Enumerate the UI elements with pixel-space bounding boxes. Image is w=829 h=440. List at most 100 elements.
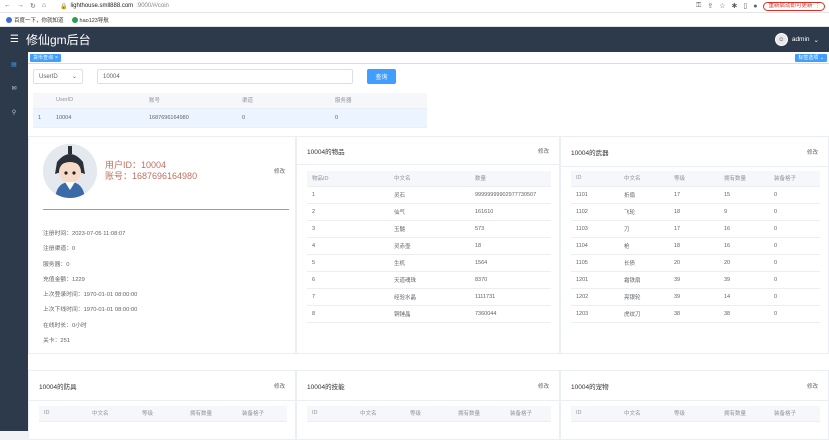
table-row[interactable]: 1104 枪 18 16 0	[571, 237, 820, 255]
cell: 17	[669, 220, 719, 238]
table-row[interactable]: 1101 折扇 17 15 0	[571, 186, 820, 204]
column-header: 中文名	[87, 406, 137, 422]
user-menu[interactable]: ☺ admin ⌄	[774, 33, 819, 46]
skills-table: ID 中文名 等级 拥有数量 装备格子	[307, 406, 551, 422]
app-header: ☰ 修仙gm后台 ☺ admin ⌄	[0, 27, 829, 52]
column-header: 物品ID	[307, 171, 389, 187]
weapons-table: ID 中文名 等级 拥有数量 装备格子 1101 折扇 17 15 0 1102 飞轮 18 9…	[571, 171, 820, 323]
table-row[interactable]: 1201 霜铁扇 39 39 0	[571, 271, 820, 289]
profile-field: 服务器：0	[43, 261, 70, 268]
column-header: 装备格子	[769, 171, 820, 187]
reload-icon[interactable]: ↻	[30, 2, 36, 10]
cell: 1564	[470, 254, 551, 272]
edit-link[interactable]: 修改	[538, 382, 549, 390]
table-row[interactable]: 1 10004 1687696164980 0 0	[33, 108, 427, 128]
cell: 灵石	[389, 186, 470, 204]
sidebar-item-coin[interactable]: ▤	[0, 52, 28, 76]
extensions-icon[interactable]: ✱	[732, 2, 738, 10]
table-row[interactable]: 1102 飞轮 18 9 0	[571, 203, 820, 221]
profile-field: 充值金额：1229	[43, 276, 85, 283]
search-input-value: 10004	[103, 73, 120, 80]
edit-link[interactable]: 修改	[274, 167, 285, 175]
database-icon: ▤	[11, 61, 17, 68]
bookmark-label: hao123导航	[79, 17, 109, 24]
chevron-down-icon: ⌄	[813, 36, 819, 44]
address-bar[interactable]: 🔒 lighthouse.smll888.com:9000/#/coin	[60, 3, 696, 10]
cell: 1105	[571, 254, 619, 272]
close-icon[interactable]: ×	[55, 54, 58, 62]
home-icon[interactable]: ⌂	[42, 2, 46, 10]
tag-active[interactable]: 货币查询 ×	[30, 53, 61, 62]
table-row[interactable]: 1202 亮银轮 39 14 0	[571, 288, 820, 306]
table-row[interactable]: 3 玉髓 573	[307, 220, 551, 238]
search-input[interactable]: 10004	[97, 69, 353, 84]
username: admin	[791, 36, 810, 43]
cell: 0	[769, 271, 820, 289]
cell: 长债	[619, 254, 669, 272]
bookmark-hao123[interactable]: hao123导航	[71, 16, 109, 24]
cell: 1101	[571, 186, 619, 204]
cell: 7360044	[470, 305, 551, 323]
table-row[interactable]: 8 铜锤晶 7360044	[307, 305, 551, 323]
cell: 灵赤壶	[389, 237, 470, 255]
cell: 16	[719, 220, 769, 238]
tag-options-button[interactable]: 标签选项 ⌄	[795, 53, 827, 62]
cell: 0	[769, 254, 820, 272]
table-row[interactable]: 6 天道魂珠 8370	[307, 271, 551, 289]
cell: 3	[307, 220, 389, 238]
table-row[interactable]: 4 灵赤壶 18	[307, 237, 551, 255]
search-field-select[interactable]: UserID ⌄	[33, 69, 83, 84]
forward-icon[interactable]: →	[17, 2, 24, 10]
column-header: 拥有数量	[185, 406, 237, 422]
search-button[interactable]: 查询	[367, 69, 396, 84]
hamburger-icon[interactable]: ☰	[10, 34, 19, 45]
update-button[interactable]: 重新启动即可更新 ⋮	[763, 1, 825, 11]
cell: 仙气	[389, 203, 470, 221]
lock-icon: 🔒	[60, 3, 68, 10]
skills-card: 10004的技能 修改 ID 中文名 等级 拥有数量 装备格子	[296, 370, 560, 440]
bookmark-baidu[interactable]: 百度一下，你就知道	[6, 16, 64, 24]
profile-field: 上次登录时间：1970-01-01 08:00:00	[43, 292, 138, 299]
cell: 1104	[571, 237, 619, 255]
cell: 16	[719, 237, 769, 255]
tag-options-label: 标签选项	[798, 54, 819, 61]
table-row[interactable]: 5 生机 1564	[307, 254, 551, 272]
table-row[interactable]: 1105 长债 20 20 0	[571, 254, 820, 272]
cell: 17	[669, 186, 719, 204]
sidebar-item-tools[interactable]: ⚲	[0, 100, 28, 124]
column-header: 账号	[144, 93, 237, 109]
column-header: 等级	[137, 406, 185, 422]
table-row[interactable]: 1203 虎纹刀 38 38 0	[571, 305, 820, 323]
share-icon[interactable]: ⇪	[707, 2, 713, 10]
cell: 8	[307, 305, 389, 323]
edit-link[interactable]: 修改	[538, 147, 549, 155]
card-title: 10004的技能	[307, 383, 345, 391]
sidepanel-icon[interactable]: ▯	[743, 2, 747, 10]
star-icon[interactable]: ☆	[719, 2, 725, 10]
key-icon[interactable]: ⚿	[696, 2, 701, 10]
edit-link[interactable]: 修改	[274, 382, 285, 390]
edit-link[interactable]: 修改	[807, 382, 818, 390]
cell: 14	[719, 288, 769, 306]
table-row[interactable]: 7 经验水晶 1111731	[307, 288, 551, 306]
table-row[interactable]: 2 仙气 161610	[307, 203, 551, 221]
cell: 5	[307, 254, 389, 272]
column-header: 装备格子	[769, 406, 820, 422]
sidebar-item-mail[interactable]: ✉	[0, 76, 28, 100]
table-row[interactable]: 1 灵石 99999999902977730507	[307, 186, 551, 204]
cell: 38	[669, 305, 719, 323]
back-icon[interactable]: ←	[4, 2, 11, 10]
tags-view: 货币查询 × 标签选项 ⌄	[28, 52, 829, 64]
cell: 铜锤晶	[389, 305, 470, 323]
column-header: 装备格子	[237, 406, 287, 422]
cell: 18	[669, 203, 719, 221]
mail-icon: ✉	[11, 85, 17, 92]
profile-icon[interactable]: ●	[753, 3, 757, 10]
cell: 9	[719, 203, 769, 221]
cell: 15	[719, 186, 769, 204]
edit-link[interactable]: 修改	[807, 148, 818, 156]
table-row[interactable]: 1103 刀 17 16 0	[571, 220, 820, 238]
bookmark-label: 百度一下，你就知道	[14, 17, 64, 24]
cell: 0	[769, 237, 820, 255]
cell: 20	[669, 254, 719, 272]
